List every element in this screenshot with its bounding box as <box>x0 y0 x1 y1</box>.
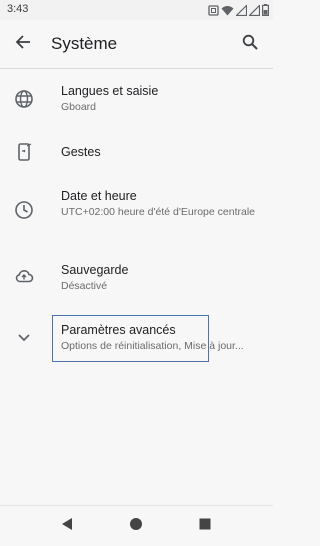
navigation-bar <box>0 505 273 546</box>
settings-item-subtitle: UTC+02:00 heure d'été d'Europe centrale <box>61 206 256 218</box>
signal-icon <box>249 4 260 16</box>
back-triangle-icon <box>60 517 74 536</box>
globe-icon <box>12 87 36 111</box>
app-bar-divider <box>0 68 273 69</box>
settings-item-date-time[interactable]: Date et heure UTC+02:00 heure d'été d'Eu… <box>0 180 273 242</box>
settings-item-title: Date et heure <box>61 189 137 203</box>
search-icon <box>242 34 258 55</box>
settings-item-subtitle: Gboard <box>61 101 97 113</box>
nav-back-button[interactable] <box>59 517 75 536</box>
nav-home-button[interactable] <box>128 517 144 536</box>
settings-item-title: Gestes <box>61 145 101 159</box>
signal-icon <box>236 4 247 16</box>
chevron-down-icon <box>12 325 36 349</box>
settings-item-title: Langues et saisie <box>61 84 159 98</box>
nfc-icon <box>208 4 219 16</box>
status-bar: 3:43 <box>0 0 273 20</box>
clock-icon <box>12 198 36 222</box>
focus-highlight <box>52 315 209 362</box>
battery-icon <box>262 4 269 16</box>
home-circle-icon <box>129 517 143 536</box>
settings-item-languages[interactable]: Langues et saisie Gboard <box>0 74 273 132</box>
app-bar: Système <box>0 20 273 68</box>
arrow-back-icon <box>15 34 31 55</box>
cloud-upload-icon <box>12 264 36 288</box>
recents-square-icon <box>198 517 212 536</box>
nav-recents-button[interactable] <box>197 518 213 534</box>
search-button[interactable] <box>238 32 262 56</box>
back-button[interactable] <box>11 32 35 56</box>
status-time: 3:43 <box>7 3 29 15</box>
status-icons <box>208 3 269 17</box>
page-title: Système <box>51 34 118 53</box>
settings-item-title: Sauvegarde <box>61 263 129 277</box>
gesture-phone-icon <box>12 140 36 164</box>
wifi-icon <box>221 5 234 16</box>
settings-item-subtitle: Désactivé <box>61 280 108 292</box>
settings-item-backup[interactable]: Sauvegarde Désactivé <box>0 254 273 302</box>
settings-item-gestures[interactable]: Gestes <box>0 132 273 174</box>
